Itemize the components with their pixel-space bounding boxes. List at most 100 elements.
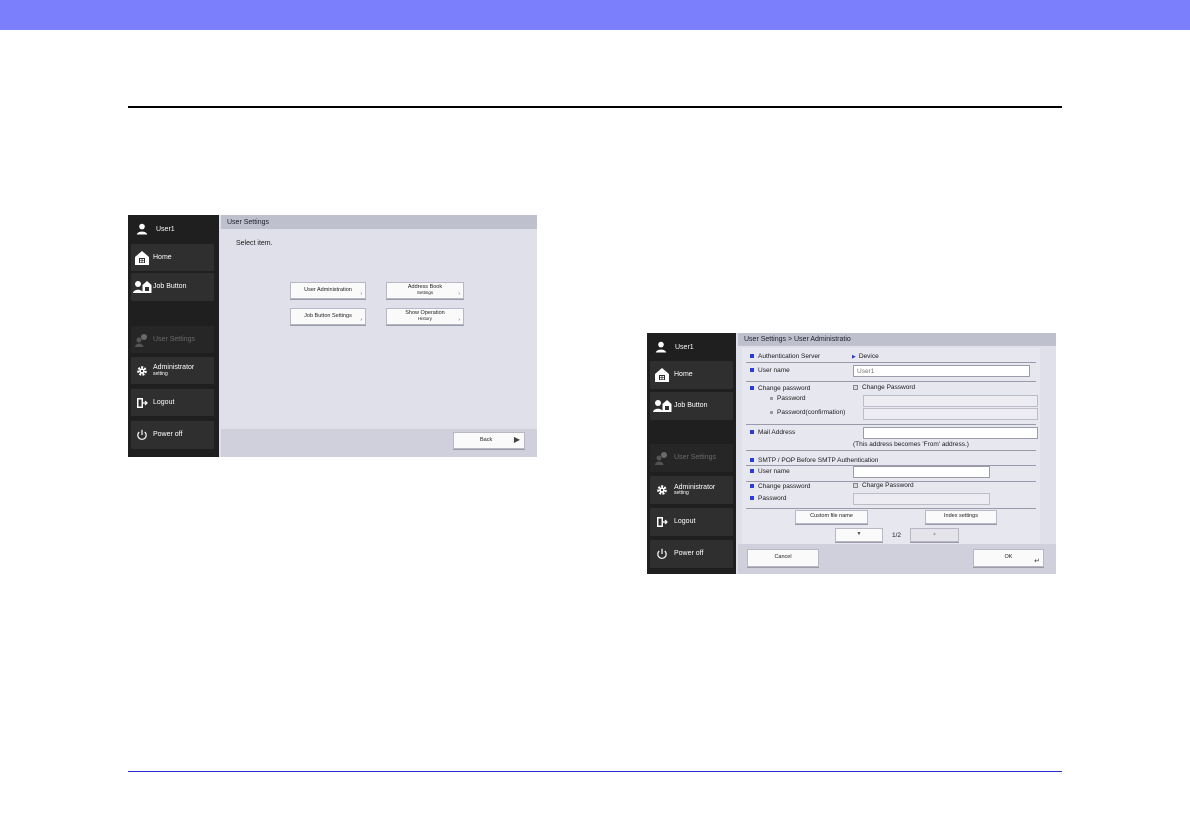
- screen-title: User Settings: [221, 215, 537, 229]
- job-button-settings-label: Job Button Settings: [304, 312, 352, 319]
- cancel-label: Cancel: [774, 554, 792, 561]
- bottom-rule: [128, 771, 1062, 772]
- divider: [746, 362, 1036, 363]
- back-button[interactable]: Back ▶: [453, 432, 525, 449]
- logout-label: Logout: [674, 518, 696, 526]
- power-off-label: Power off: [153, 431, 183, 439]
- ok-button[interactable]: OK ↵: [973, 549, 1044, 567]
- smtp-user-name-input[interactable]: [853, 466, 990, 478]
- user-indicator: User1: [136, 222, 175, 236]
- power-off-label: Power off: [674, 550, 704, 558]
- index-settings-label: Index settings: [944, 513, 978, 520]
- custom-file-name-label: Custom file name: [810, 513, 853, 520]
- back-label: Back: [480, 436, 493, 443]
- ok-label: OK: [1004, 554, 1013, 561]
- power-icon: [131, 429, 153, 441]
- checkbox-icon: [853, 384, 858, 390]
- administrator-label: Administrator setting: [153, 364, 195, 377]
- triangle-down-icon: ▼: [856, 531, 862, 538]
- administrator-setting-button[interactable]: Administrator setting: [650, 476, 733, 504]
- gear-icon: [131, 365, 153, 377]
- password-label: Password: [770, 395, 806, 402]
- page-down-button[interactable]: ▼: [835, 528, 883, 542]
- chevron-right-icon: ›: [360, 290, 362, 297]
- user-settings-label: User Settings: [674, 454, 717, 462]
- address-book-settings-button[interactable]: Address Book Settings ›: [386, 282, 464, 299]
- user-settings-button[interactable]: User Settings: [650, 444, 733, 472]
- page-up-button[interactable]: ▲: [910, 528, 959, 542]
- user-form: Authentication Server ▶ Device User name …: [742, 348, 1040, 544]
- change-password-label: Change password: [750, 385, 810, 392]
- user-settings-icon: [650, 451, 674, 465]
- job-button-button[interactable]: Job Button: [650, 392, 733, 420]
- sidebar: User1 Home Job Button User Settings Admi…: [647, 333, 736, 574]
- auth-server-value: ▶ Device: [852, 353, 879, 360]
- custom-file-name-button[interactable]: Custom file name: [795, 510, 868, 524]
- user-icon: [655, 341, 667, 353]
- logout-button[interactable]: Logout: [650, 508, 733, 536]
- user-administration-button[interactable]: User Administration ›: [290, 282, 366, 299]
- administrator-setting-button[interactable]: Administrator setting: [131, 357, 214, 384]
- user-administration-screenshot: User1 Home Job Button User Settings Admi…: [647, 333, 1056, 574]
- smtp-password-label: Password: [750, 495, 787, 502]
- enter-icon: ↵: [1034, 557, 1040, 565]
- job-button-label: Job Button: [153, 283, 187, 291]
- home-button[interactable]: Home: [131, 244, 214, 271]
- user-name-label: User name: [750, 367, 790, 374]
- job-button-button[interactable]: Job Button: [131, 273, 214, 301]
- divider: [746, 381, 1036, 382]
- show-operation-label: Show Operation History: [405, 309, 445, 321]
- user-settings-screenshot: User1 Home Job Button User Settings Admi…: [128, 215, 537, 457]
- user-indicator: User1: [655, 340, 694, 354]
- cancel-button[interactable]: Cancel: [747, 549, 819, 567]
- password-input[interactable]: [863, 395, 1038, 407]
- user-settings-icon: [131, 333, 153, 347]
- smtp-change-password-checkbox[interactable]: Charge Password: [853, 482, 914, 489]
- chevron-right-icon: ›: [458, 290, 460, 297]
- password-confirmation-label: Password(confirmation): [770, 409, 845, 416]
- home-button[interactable]: Home: [650, 361, 733, 389]
- power-off-button[interactable]: Power off: [650, 540, 733, 568]
- user-icon: [136, 223, 148, 235]
- home-icon: [131, 250, 153, 266]
- divider: [746, 424, 1036, 425]
- logout-label: Logout: [153, 398, 175, 406]
- checkbox-icon: [853, 482, 858, 488]
- administrator-label: Administrator setting: [674, 483, 716, 497]
- home-label: Home: [153, 253, 172, 261]
- top-rule: [128, 106, 1062, 108]
- password-confirmation-input[interactable]: [863, 408, 1038, 420]
- triangle-up-icon: ▲: [932, 531, 937, 538]
- logout-icon: [650, 516, 674, 528]
- smtp-change-password-label: Change password: [750, 483, 810, 490]
- page-indicator: 1/2: [892, 532, 902, 539]
- user-name: User1: [675, 343, 694, 351]
- divider: [746, 508, 1036, 509]
- home-icon: [650, 367, 674, 383]
- user-name: User1: [156, 225, 175, 233]
- screen-title: User Settings > User Administratio: [738, 333, 1056, 346]
- chevron-right-icon: ›: [458, 316, 460, 323]
- user-settings-label: User Settings: [153, 335, 196, 343]
- chevron-right-icon: ›: [360, 316, 362, 323]
- user-administration-label: User Administration: [304, 286, 352, 293]
- show-operation-history-button[interactable]: Show Operation History ›: [386, 308, 464, 325]
- job-button-icon: [650, 399, 674, 413]
- power-icon: [650, 548, 674, 560]
- user-settings-button[interactable]: User Settings: [131, 326, 214, 353]
- smtp-user-name-label: User name: [750, 468, 790, 475]
- logout-button[interactable]: Logout: [131, 389, 214, 416]
- manual-page: User1 Home Job Button User Settings Admi…: [0, 0, 1190, 840]
- bullet-square-icon: [750, 354, 754, 359]
- gear-icon: [650, 484, 674, 496]
- logout-icon: [131, 397, 153, 409]
- user-name-input[interactable]: User1: [853, 365, 1030, 377]
- smtp-password-input[interactable]: [853, 493, 990, 505]
- sidebar: User1 Home Job Button User Settings Admi…: [128, 215, 219, 457]
- index-settings-button[interactable]: Index settings: [925, 510, 997, 524]
- change-password-checkbox[interactable]: Change Password: [853, 384, 915, 391]
- job-button-settings-button[interactable]: Job Button Settings ›: [290, 308, 366, 325]
- power-off-button[interactable]: Power off: [131, 421, 214, 449]
- smtp-heading: SMTP / POP Before SMTP Authentication: [750, 457, 878, 464]
- mail-address-input[interactable]: [863, 427, 1038, 439]
